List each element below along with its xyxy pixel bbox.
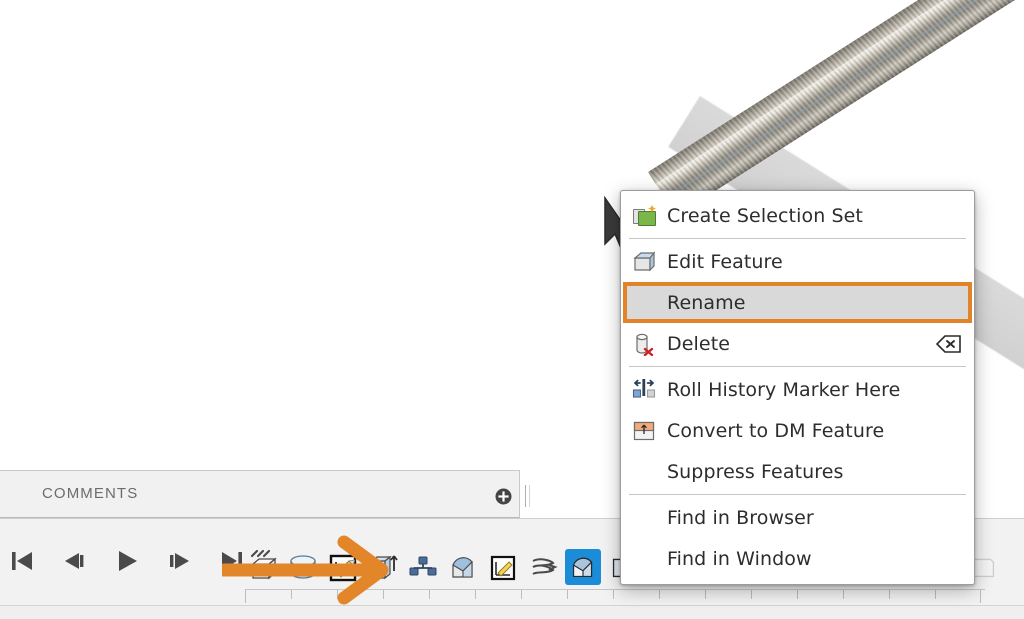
play-button[interactable] <box>112 546 142 576</box>
menu-item-rename[interactable]: Rename <box>623 282 972 323</box>
menu-item-label: Convert to DM Feature <box>667 420 884 442</box>
menu-item-convert-to-dm-feature[interactable]: Convert to DM Feature <box>621 410 974 451</box>
menu-item-label: Delete <box>667 333 730 355</box>
feature-pattern[interactable] <box>405 549 441 585</box>
convert-dm-feature-icon <box>631 418 657 444</box>
panel-resize-grip[interactable] <box>525 485 530 507</box>
feature-selected-shape[interactable] <box>565 549 601 585</box>
feature-extrude[interactable] <box>365 549 401 585</box>
delete-feature-icon <box>631 331 657 357</box>
edit-feature-icon <box>631 249 657 275</box>
fast-forward-to-end-button[interactable] <box>216 546 246 576</box>
menu-item-delete[interactable]: Delete <box>621 323 974 364</box>
feature-origin-cube[interactable] <box>245 549 281 585</box>
timeline-ruler[interactable] <box>245 589 985 602</box>
menu-item-label: Suppress Features <box>667 461 844 483</box>
menu-item-label: Find in Window <box>667 548 812 570</box>
feature-sketch-2[interactable] <box>485 549 521 585</box>
comments-title: COMMENTS <box>42 485 138 502</box>
feature-context-menu[interactable]: ✦ Create Selection Set Edit Feature Rena… <box>620 190 975 585</box>
menu-separator <box>629 238 966 239</box>
menu-separator <box>629 494 966 495</box>
step-forward-button[interactable] <box>164 546 194 576</box>
menu-item-label: Rename <box>667 292 746 314</box>
menu-item-create-selection-set[interactable]: ✦ Create Selection Set <box>621 195 974 236</box>
menu-item-find-in-window[interactable]: Find in Window <box>621 538 974 579</box>
feature-helix[interactable] <box>525 549 561 585</box>
menu-item-edit-feature[interactable]: Edit Feature <box>621 241 974 282</box>
menu-item-label: Roll History Marker Here <box>667 379 900 401</box>
feature-shape-blend[interactable] <box>445 549 481 585</box>
step-back-button[interactable] <box>60 546 90 576</box>
menu-item-label: Create Selection Set <box>667 205 863 227</box>
comments-panel[interactable]: COMMENTS <box>0 470 520 518</box>
create-selection-set-icon: ✦ <box>631 203 657 229</box>
menu-item-find-in-browser[interactable]: Find in Browser <box>621 497 974 538</box>
timeline-nav-group <box>8 546 246 576</box>
menu-item-label: Find in Browser <box>667 507 814 529</box>
feature-revolve[interactable] <box>285 549 321 585</box>
plus-circle-icon[interactable] <box>495 488 512 505</box>
menu-item-roll-history-marker-here[interactable]: Roll History Marker Here <box>621 369 974 410</box>
rewind-to-start-button[interactable] <box>8 546 38 576</box>
menu-separator <box>629 366 966 367</box>
delete-key-symbol-icon <box>936 335 962 353</box>
feature-sketch[interactable] <box>325 549 361 585</box>
roll-history-marker-icon <box>631 377 657 403</box>
menu-item-label: Edit Feature <box>667 251 783 273</box>
menu-item-suppress-features[interactable]: Suppress Features <box>621 451 974 492</box>
